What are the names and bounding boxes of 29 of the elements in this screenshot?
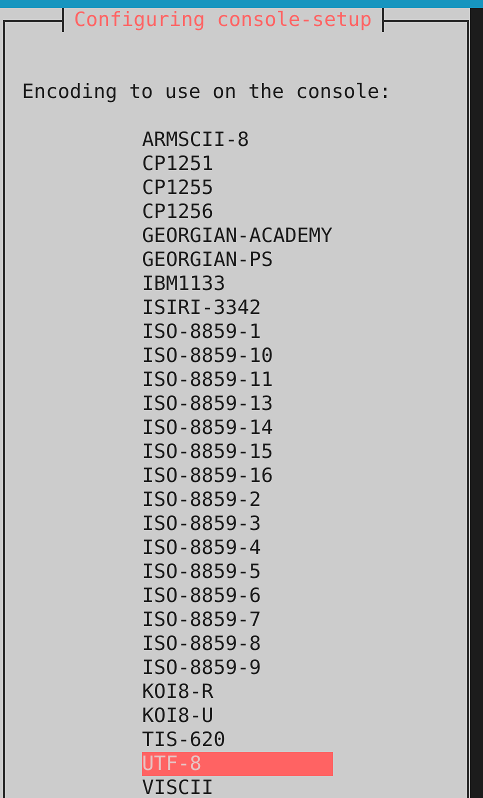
list-option[interactable]: TIS-620 [142, 728, 333, 752]
list-option[interactable]: ISO-8859-2 [142, 488, 333, 512]
list-option[interactable]: CP1255 [142, 176, 333, 200]
list-option[interactable]: KOI8-R [142, 680, 333, 704]
list-option[interactable]: ISO-8859-15 [142, 440, 333, 464]
dialog-title: Configuring console-setup [62, 8, 384, 32]
list-option[interactable]: ISO-8859-11 [142, 368, 333, 392]
list-option[interactable]: ISO-8859-10 [142, 344, 333, 368]
list-option[interactable]: GEORGIAN-ACADEMY [142, 224, 333, 248]
list-option[interactable]: VISCII [142, 776, 333, 798]
list-option[interactable]: ISO-8859-7 [142, 608, 333, 632]
list-option[interactable]: ISO-8859-8 [142, 632, 333, 656]
list-option[interactable]: ISO-8859-3 [142, 512, 333, 536]
list-option[interactable]: CP1256 [142, 200, 333, 224]
list-option[interactable]: ISO-8859-16 [142, 464, 333, 488]
list-option[interactable]: IBM1133 [142, 272, 333, 296]
list-option[interactable]: GEORGIAN-PS [142, 248, 333, 272]
list-option[interactable]: ISO-8859-9 [142, 656, 333, 680]
list-option[interactable]: ISO-8859-1 [142, 320, 333, 344]
list-option[interactable]: ISIRI-3342 [142, 296, 333, 320]
list-option[interactable]: CP1251 [142, 152, 333, 176]
list-option[interactable]: ISO-8859-4 [142, 536, 333, 560]
list-option[interactable]: ISO-8859-6 [142, 584, 333, 608]
list-option[interactable]: ISO-8859-13 [142, 392, 333, 416]
list-option[interactable]: ISO-8859-14 [142, 416, 333, 440]
prompt-text: Encoding to use on the console: [22, 80, 392, 104]
list-option[interactable]: ISO-8859-5 [142, 560, 333, 584]
list-option[interactable]: KOI8-U [142, 704, 333, 728]
list-option[interactable]: ARMSCII-8 [142, 128, 333, 152]
